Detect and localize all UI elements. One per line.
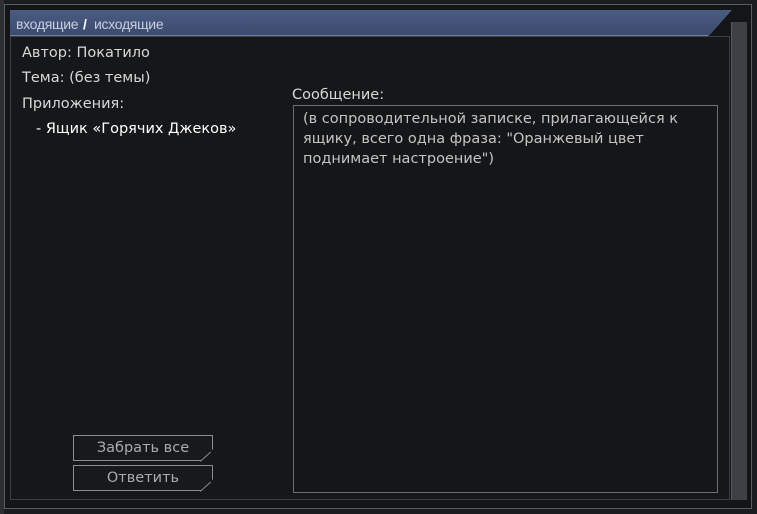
message-body: (в сопроводительной записке, прилагающей… bbox=[303, 111, 679, 167]
tab-separator: / bbox=[83, 16, 87, 32]
mail-window: входящие / исходящие Автор: Покатило Тем… bbox=[0, 0, 757, 514]
message-box: (в сопроводительной записке, прилагающей… bbox=[293, 105, 718, 493]
author-label: Автор: Покатило bbox=[22, 45, 150, 61]
take-all-button[interactable]: Забрать все bbox=[73, 435, 213, 461]
tab-inbox[interactable]: входящие bbox=[16, 16, 79, 32]
message-label: Сообщение: bbox=[292, 87, 385, 103]
scrollbar[interactable] bbox=[731, 22, 747, 500]
attachment-item[interactable]: - Ящик «Горячих Джеков» bbox=[36, 121, 236, 137]
reply-button[interactable]: Ответить bbox=[73, 465, 213, 491]
attachments-label: Приложения: bbox=[22, 96, 125, 112]
tab-outbox[interactable]: исходящие bbox=[94, 16, 164, 32]
subject-label: Тема: (без темы) bbox=[22, 70, 151, 86]
